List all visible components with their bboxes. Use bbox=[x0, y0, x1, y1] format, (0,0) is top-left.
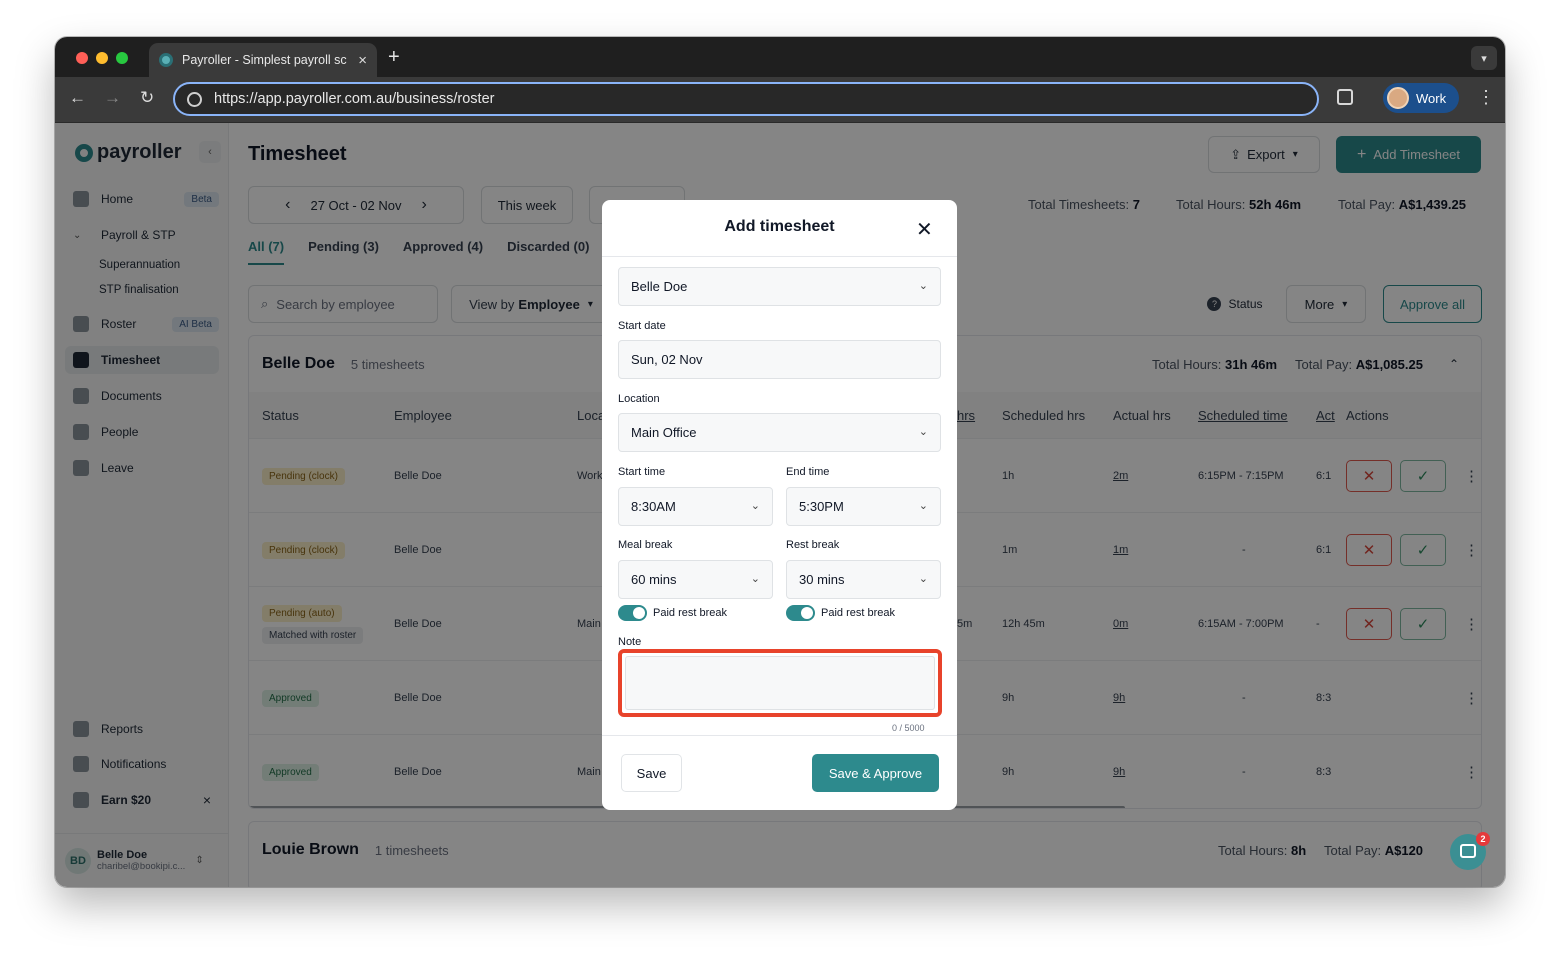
profile-avatar bbox=[1387, 87, 1409, 109]
paid-rest-break-toggle-2[interactable] bbox=[786, 605, 815, 621]
payroller-favicon-icon bbox=[159, 53, 173, 67]
chat-support-button[interactable]: 2 bbox=[1450, 832, 1490, 870]
tab-title: Payroller - Simplest payroll sc bbox=[182, 53, 347, 67]
new-tab-plus-icon[interactable]: + bbox=[388, 46, 400, 69]
rest-break-value: 30 mins bbox=[799, 572, 845, 587]
browser-titlebar: Payroller - Simplest payroll sc × + ▾ bbox=[55, 37, 1505, 77]
address-bar[interactable]: https://app.payroller.com.au/business/ro… bbox=[173, 82, 1319, 116]
chevron-down-icon: ⌄ bbox=[750, 573, 760, 585]
minimize-window-button[interactable] bbox=[96, 52, 108, 64]
maximize-window-button[interactable] bbox=[116, 52, 128, 64]
site-info-icon[interactable] bbox=[187, 91, 202, 107]
address-bar-url: https://app.payroller.com.au/business/ro… bbox=[214, 91, 495, 107]
modal-footer-divider bbox=[602, 735, 957, 736]
profile-button[interactable]: Work bbox=[1383, 83, 1459, 113]
save-approve-button[interactable]: Save & Approve bbox=[812, 754, 939, 792]
location-label: Location bbox=[618, 393, 660, 405]
start-date-value: Sun, 02 Nov bbox=[631, 352, 703, 367]
paid-rest-break-label-2: Paid rest break bbox=[821, 607, 895, 619]
start-time-select[interactable]: 8:30AM ⌄ bbox=[618, 487, 773, 526]
save-approve-label: Save & Approve bbox=[828, 765, 923, 781]
start-date-label: Start date bbox=[618, 320, 666, 332]
end-time-select[interactable]: 5:30PM ⌄ bbox=[786, 487, 941, 526]
chevron-down-icon: ⌄ bbox=[918, 500, 928, 512]
paid-rest-break-label-1: Paid rest break bbox=[653, 607, 727, 619]
start-time-label: Start time bbox=[618, 466, 666, 478]
employee-value: Belle Doe bbox=[631, 279, 688, 294]
rest-break-label: Rest break bbox=[786, 539, 840, 551]
forward-arrow-icon[interactable]: → bbox=[104, 88, 121, 108]
note-label: Note bbox=[618, 636, 642, 648]
extensions-puzzle-icon[interactable] bbox=[1337, 89, 1353, 105]
modal-title: Add timesheet bbox=[724, 218, 835, 235]
start-time-value: 8:30AM bbox=[631, 499, 676, 514]
profile-label: Work bbox=[1416, 90, 1447, 106]
chevron-down-icon: ⌄ bbox=[750, 500, 760, 512]
close-window-button[interactable] bbox=[76, 52, 88, 64]
start-date-field[interactable]: Sun, 02 Nov bbox=[618, 340, 941, 379]
reload-icon[interactable]: ↻ bbox=[140, 88, 154, 108]
browser-window: Payroller - Simplest payroll sc × + ▾ ← … bbox=[55, 37, 1505, 887]
close-icon[interactable]: ✕ bbox=[916, 217, 933, 242]
browser-menu-icon[interactable]: ⋮ bbox=[1477, 87, 1495, 108]
browser-toolbar: ← → ↻ https://app.payroller.com.au/busin… bbox=[55, 77, 1505, 123]
modal-divider bbox=[602, 256, 957, 257]
back-arrow-icon[interactable]: ← bbox=[69, 88, 86, 108]
note-textarea[interactable] bbox=[625, 656, 935, 710]
save-label: Save bbox=[636, 765, 667, 781]
note-char-counter: 0 / 5000 bbox=[892, 723, 925, 733]
end-time-label: End time bbox=[786, 466, 830, 478]
chevron-down-icon: ⌄ bbox=[918, 573, 928, 585]
save-button[interactable]: Save bbox=[621, 754, 682, 792]
rest-break-select[interactable]: 30 mins ⌄ bbox=[786, 560, 941, 599]
paid-rest-break-toggle-1[interactable] bbox=[618, 605, 647, 621]
add-timesheet-modal: Add timesheet ✕ Belle Doe ⌄ Start date S… bbox=[602, 200, 957, 810]
employee-select[interactable]: Belle Doe ⌄ bbox=[618, 267, 941, 306]
close-tab-icon[interactable]: × bbox=[358, 52, 367, 69]
meal-break-value: 60 mins bbox=[631, 572, 677, 587]
location-select[interactable]: Main Office ⌄ bbox=[618, 413, 941, 452]
browser-tab[interactable]: Payroller - Simplest payroll sc × bbox=[149, 43, 377, 77]
meal-break-select[interactable]: 60 mins ⌄ bbox=[618, 560, 773, 599]
tab-search-chevron-icon[interactable]: ▾ bbox=[1471, 46, 1497, 70]
chat-bubble-icon bbox=[1460, 844, 1476, 858]
chevron-down-icon: ⌄ bbox=[918, 280, 928, 292]
chat-unread-badge: 2 bbox=[1476, 832, 1490, 846]
chevron-down-icon: ⌄ bbox=[918, 426, 928, 438]
meal-break-label: Meal break bbox=[618, 539, 673, 551]
location-value: Main Office bbox=[631, 425, 697, 440]
end-time-value: 5:30PM bbox=[799, 499, 844, 514]
note-highlight-box bbox=[618, 649, 942, 717]
